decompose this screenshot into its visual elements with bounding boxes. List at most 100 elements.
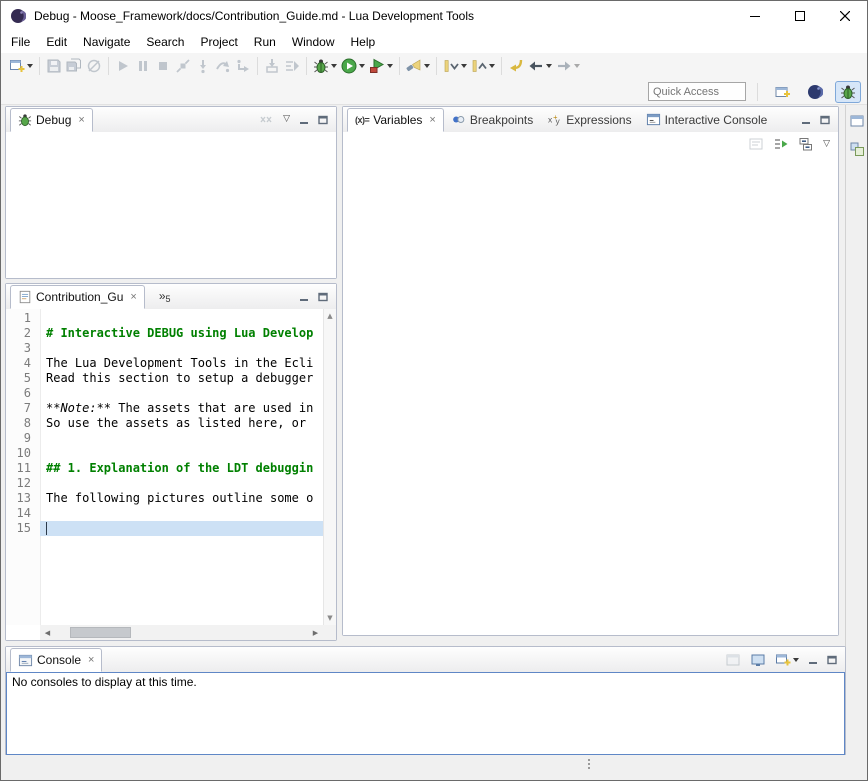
- editor-line[interactable]: 9: [6, 431, 323, 446]
- horizontal-scroll-thumb[interactable]: [70, 627, 131, 638]
- menu-search[interactable]: Search: [138, 32, 192, 52]
- lua-perspective-button[interactable]: [802, 81, 828, 103]
- tab-close-icon[interactable]: ×: [88, 655, 94, 666]
- line-number[interactable]: 15: [6, 521, 40, 536]
- editor-line[interactable]: 3: [6, 341, 323, 356]
- line-number[interactable]: 6: [6, 386, 40, 401]
- editor-line[interactable]: 7**Note:** The assets that are used in: [6, 401, 323, 416]
- scroll-right-icon[interactable]: ▶: [308, 629, 323, 637]
- previous-annotation-dropdown-icon[interactable]: [489, 64, 495, 68]
- menu-project[interactable]: Project: [192, 32, 245, 52]
- code-text[interactable]: # Interactive DEBUG using Lua Develop: [40, 326, 323, 341]
- editor-line[interactable]: 5Read this section to setup a debugger: [6, 371, 323, 386]
- view-menu-icon[interactable]: ▽: [823, 140, 830, 149]
- line-number[interactable]: 13: [6, 491, 40, 506]
- code-text[interactable]: Read this section to setup a debugger: [40, 371, 323, 386]
- editor-line[interactable]: 4The Lua Development Tools in the Ecli: [6, 356, 323, 371]
- open-console-dropdown-icon[interactable]: [793, 658, 799, 662]
- tab-interactive-console[interactable]: Interactive Console: [639, 108, 775, 132]
- quick-access-input[interactable]: [648, 82, 746, 101]
- line-number[interactable]: 8: [6, 416, 40, 431]
- maximize-view-button[interactable]: [820, 115, 830, 125]
- line-number[interactable]: 3: [6, 341, 40, 356]
- editor-line[interactable]: 6: [6, 386, 323, 401]
- line-number[interactable]: 1: [6, 311, 40, 326]
- debug-button[interactable]: [312, 56, 338, 76]
- remove-terminated-launches-button[interactable]: [258, 113, 274, 127]
- disconnect-button[interactable]: [174, 56, 192, 76]
- debug-dropdown-icon[interactable]: [331, 64, 337, 68]
- tab-close-icon[interactable]: ×: [429, 115, 435, 126]
- horizontal-scrollbar[interactable]: ◀ ▶: [40, 625, 323, 640]
- maximize-window-button[interactable]: [777, 1, 822, 31]
- minimized-view-icon-1[interactable]: [849, 113, 865, 129]
- editor-line[interactable]: 12: [6, 476, 323, 491]
- editor-content[interactable]: 1 2# Interactive DEBUG using Lua Develop…: [6, 309, 336, 640]
- code-text[interactable]: [40, 476, 323, 491]
- menu-edit[interactable]: Edit: [38, 32, 75, 52]
- line-number[interactable]: 4: [6, 356, 40, 371]
- editor-line[interactable]: 2# Interactive DEBUG using Lua Develop: [6, 326, 323, 341]
- status-bar-drag-handle[interactable]: [588, 759, 590, 769]
- save-button[interactable]: [45, 56, 63, 76]
- code-text[interactable]: [40, 506, 323, 521]
- clear-console-button[interactable]: [725, 652, 741, 668]
- menu-navigate[interactable]: Navigate: [75, 32, 138, 52]
- code-text[interactable]: **Note:** The assets that are used in: [40, 401, 323, 416]
- line-number[interactable]: 10: [6, 446, 40, 461]
- line-number[interactable]: 11: [6, 461, 40, 476]
- external-tools-button[interactable]: [368, 56, 394, 76]
- editor-line[interactable]: 14: [6, 506, 323, 521]
- code-text[interactable]: [40, 341, 323, 356]
- minimize-view-button[interactable]: [299, 115, 309, 125]
- drop-to-frame-button[interactable]: [263, 56, 281, 76]
- scroll-up-icon[interactable]: ▲: [327, 309, 332, 323]
- minimize-window-button[interactable]: [732, 1, 777, 31]
- tab-variables[interactable]: (x)= Variables ×: [347, 108, 444, 132]
- previous-annotation-button[interactable]: [470, 56, 496, 76]
- maximize-view-button[interactable]: [318, 292, 328, 302]
- console-content[interactable]: No consoles to display at this time.: [6, 672, 845, 755]
- tab-debug[interactable]: Debug ×: [10, 108, 93, 132]
- editor-line[interactable]: 13The following pictures outline some o: [6, 491, 323, 506]
- editor-current-line[interactable]: 15: [6, 521, 323, 536]
- open-perspective-button[interactable]: [769, 81, 795, 103]
- editor-line[interactable]: 8So use the assets as listed here, or: [6, 416, 323, 431]
- forward-dropdown-icon[interactable]: [574, 64, 580, 68]
- tab-expressions[interactable]: x+y Expressions: [540, 108, 638, 132]
- external-tools-dropdown-icon[interactable]: [387, 64, 393, 68]
- resume-button[interactable]: [114, 56, 132, 76]
- close-window-button[interactable]: [822, 1, 867, 31]
- back-dropdown-icon[interactable]: [546, 64, 552, 68]
- run-button[interactable]: [340, 56, 366, 76]
- debug-perspective-button[interactable]: [835, 81, 861, 103]
- scroll-left-icon[interactable]: ◀: [40, 629, 55, 637]
- minimize-view-button[interactable]: [801, 115, 811, 125]
- minimize-view-button[interactable]: [299, 292, 309, 302]
- forward-button[interactable]: [555, 56, 581, 76]
- horizontal-scroll-track[interactable]: [55, 625, 308, 640]
- minimize-view-button[interactable]: [808, 655, 818, 665]
- menu-run[interactable]: Run: [246, 32, 284, 52]
- code-text[interactable]: So use the assets as listed here, or: [40, 416, 323, 431]
- open-console-button[interactable]: [775, 652, 799, 668]
- last-edit-location-button[interactable]: [507, 56, 525, 76]
- search-button[interactable]: [405, 56, 431, 76]
- terminate-button[interactable]: [154, 56, 172, 76]
- code-text[interactable]: The Lua Development Tools in the Ecli: [40, 356, 323, 371]
- editor-text-area[interactable]: 1 2# Interactive DEBUG using Lua Develop…: [6, 311, 323, 625]
- editor-line[interactable]: 1: [6, 311, 323, 326]
- tab-close-icon[interactable]: ×: [130, 292, 136, 303]
- code-text[interactable]: [40, 311, 323, 326]
- display-selected-console-button[interactable]: [750, 652, 766, 668]
- code-text[interactable]: [40, 446, 323, 461]
- tab-contribution-guide[interactable]: Contribution_Gu ×: [10, 285, 145, 309]
- line-number[interactable]: 12: [6, 476, 40, 491]
- line-number[interactable]: 2: [6, 326, 40, 341]
- menu-help[interactable]: Help: [343, 32, 384, 52]
- show-type-names-button[interactable]: [748, 136, 764, 152]
- line-number[interactable]: 9: [6, 431, 40, 446]
- next-annotation-dropdown-icon[interactable]: [461, 64, 467, 68]
- code-text[interactable]: The following pictures outline some o: [40, 491, 323, 506]
- line-number[interactable]: 7: [6, 401, 40, 416]
